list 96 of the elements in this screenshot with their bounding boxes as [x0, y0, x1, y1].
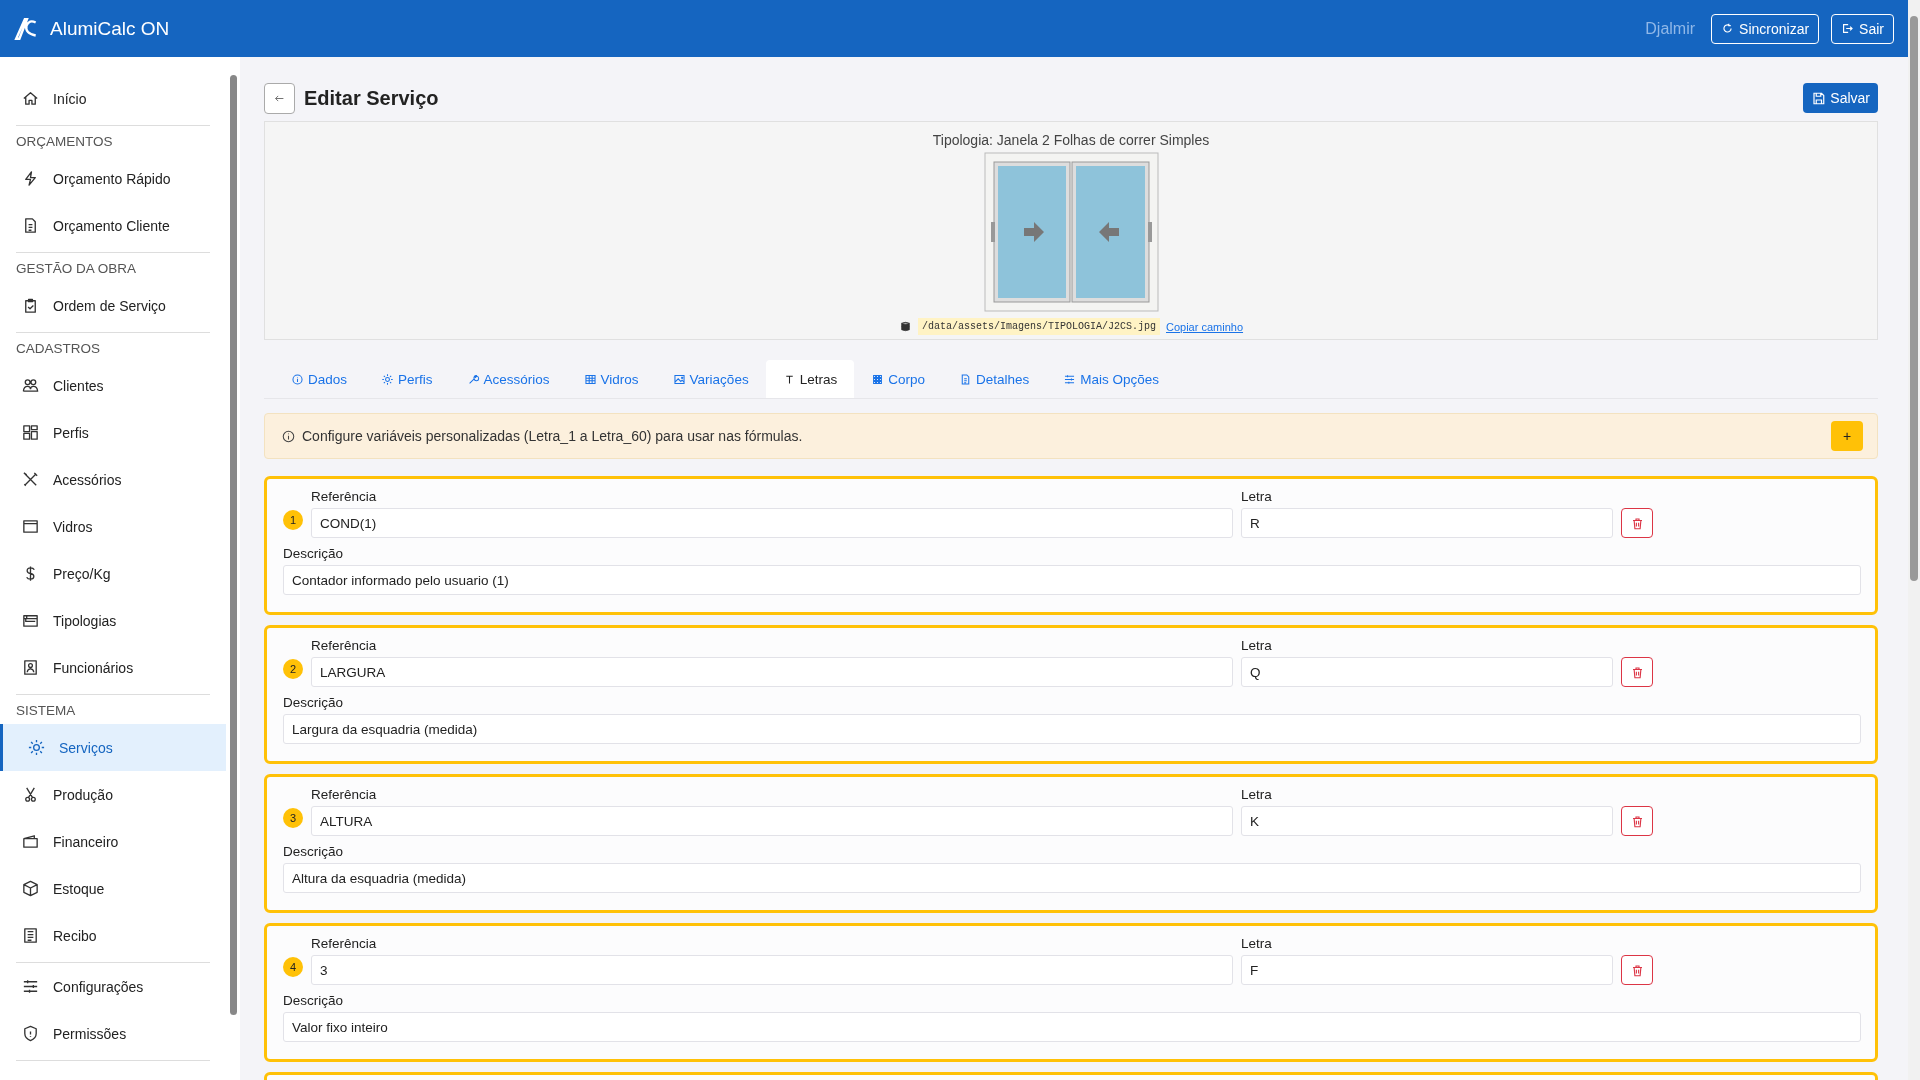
info-icon [281, 428, 296, 444]
field-label: Letra [1241, 787, 1273, 802]
sidebar-item[interactable]: Início [0, 75, 226, 122]
wallet-icon [21, 832, 40, 851]
reference-field[interactable]: ALTURA [311, 806, 1233, 836]
typology-label: Tipologia: Janela 2 Folhas de correr Simples [932, 132, 1210, 148]
sidebar-item[interactable]: Vidros [0, 503, 226, 550]
sidebar-item[interactable]: Funcionários [0, 644, 226, 691]
grid-icon [21, 423, 40, 442]
number-badge: 1 [283, 510, 303, 530]
alert-text: Configure variáveis personalizadas (Letra_1 a Letra_60) para usar nas fórmulas. [302, 428, 804, 444]
sidebar-item[interactable]: Serviços [0, 724, 226, 771]
field-label: Letra [1241, 638, 1273, 653]
field-label: Referência [311, 787, 378, 802]
description-field[interactable]: Valor fixo inteiro [283, 1012, 1861, 1042]
people-icon [21, 376, 40, 395]
field-label: Referência [311, 489, 378, 504]
sidebar-item[interactable]: Tipologias [0, 597, 226, 644]
sidebar-item[interactable]: Estoque [0, 865, 226, 912]
number-badge: 4 [283, 957, 303, 977]
sidebar-item[interactable]: Recibo [0, 912, 226, 959]
page-title: Editar Serviço [304, 86, 439, 110]
section-header: CADASTROS [15, 340, 101, 358]
letter-field[interactable]: Q [1241, 657, 1613, 687]
sliders-icon [21, 977, 40, 996]
file-path: /data/assets/Imagens/TIPOLOGIA/J2CS.jpg [917, 318, 1160, 335]
tools-icon [21, 470, 40, 489]
sidebar-item[interactable]: Produção [0, 771, 226, 818]
field-label: Descrição [283, 993, 345, 1008]
delete-button[interactable] [1621, 508, 1653, 538]
tab[interactable]: Letras [765, 360, 855, 398]
refresh-icon [1721, 22, 1735, 35]
copy-path-link[interactable]: Copiar caminho [1166, 320, 1244, 333]
field-label: Letra [1241, 489, 1273, 504]
save-button[interactable]: Salvar [1803, 83, 1878, 113]
info-icon [291, 372, 304, 386]
window-icon [21, 517, 40, 536]
description-field[interactable]: Altura da esquadria (medida) [283, 863, 1861, 893]
tab[interactable]: Variações [655, 360, 766, 398]
shield-icon [21, 1024, 40, 1043]
section-header: SISTEMA [15, 702, 77, 720]
sync-button[interactable]: Sincronizar [1711, 13, 1820, 44]
field-label: Referência [311, 936, 378, 951]
image-icon [672, 372, 686, 386]
number-badge: 2 [283, 659, 303, 679]
app-name: AlumiCalc ON [50, 17, 170, 40]
receipt-icon [21, 926, 40, 945]
database-icon [898, 320, 912, 333]
delete-button[interactable] [1621, 806, 1653, 836]
sidebar-item[interactable]: Perfis [0, 409, 226, 456]
exit-icon [1841, 22, 1855, 35]
sidebar-item[interactable]: Orçamento Cliente [0, 202, 226, 249]
field-label: Descrição [283, 546, 345, 561]
reference-field[interactable]: COND(1) [311, 508, 1233, 538]
back-button[interactable] [264, 82, 295, 114]
letter-field[interactable]: F [1241, 955, 1613, 985]
exit-button[interactable]: Sair [1831, 13, 1894, 44]
field-label: Referência [311, 638, 378, 653]
tab[interactable]: Corpo [854, 360, 942, 398]
reference-field[interactable]: 3 [311, 955, 1233, 985]
field-label: Descrição [283, 695, 345, 710]
sidebar-item[interactable]: Ordem de Serviço [0, 282, 226, 329]
tab[interactable]: Vidros [566, 360, 656, 398]
scrollbar[interactable] [1908, 0, 1920, 1080]
add-button[interactable]: + [1831, 421, 1863, 451]
field-label: Descrição [283, 844, 345, 859]
sidebar-item[interactable]: Permissões [0, 1010, 226, 1057]
number-badge: 3 [283, 808, 303, 828]
sidebar-item[interactable]: Configurações [0, 963, 226, 1010]
sidebar-item[interactable]: Preço/Kg [0, 550, 226, 597]
table-icon [583, 372, 597, 386]
scrollbar[interactable] [226, 57, 240, 1080]
box-icon [21, 879, 40, 898]
tab[interactable]: Acessórios [449, 360, 567, 398]
tab[interactable]: Dados [274, 360, 365, 398]
tab[interactable]: Mais Opções [1046, 360, 1177, 398]
section-header: ORÇAMENTOS [15, 133, 114, 151]
letter-field[interactable]: R [1241, 508, 1613, 538]
sidebar-item[interactable]: Clientes [0, 362, 226, 409]
delete-button[interactable] [1621, 657, 1653, 687]
sliders-icon [1063, 372, 1077, 386]
letter-field[interactable]: K [1241, 806, 1613, 836]
section-header: GESTÃO DA OBRA [15, 260, 138, 278]
tab[interactable]: Detalhes [941, 360, 1047, 398]
reference-field[interactable]: LARGURA [311, 657, 1233, 687]
sidebar-item[interactable]: Orçamento Rápido [0, 155, 226, 202]
field-label: Letra [1241, 936, 1273, 951]
badge-icon [21, 658, 40, 677]
description-field[interactable]: Largura da esquadria (medida) [283, 714, 1861, 744]
sidebar-item[interactable]: Acessórios [0, 456, 226, 503]
sidebar-item[interactable]: Financeiro [0, 818, 226, 865]
house-icon [21, 89, 40, 108]
dots-icon [871, 372, 885, 386]
delete-button[interactable] [1621, 955, 1653, 985]
tab[interactable]: Perfis [364, 360, 450, 398]
description-field[interactable]: Contador informado pelo usuario (1) [283, 565, 1861, 595]
